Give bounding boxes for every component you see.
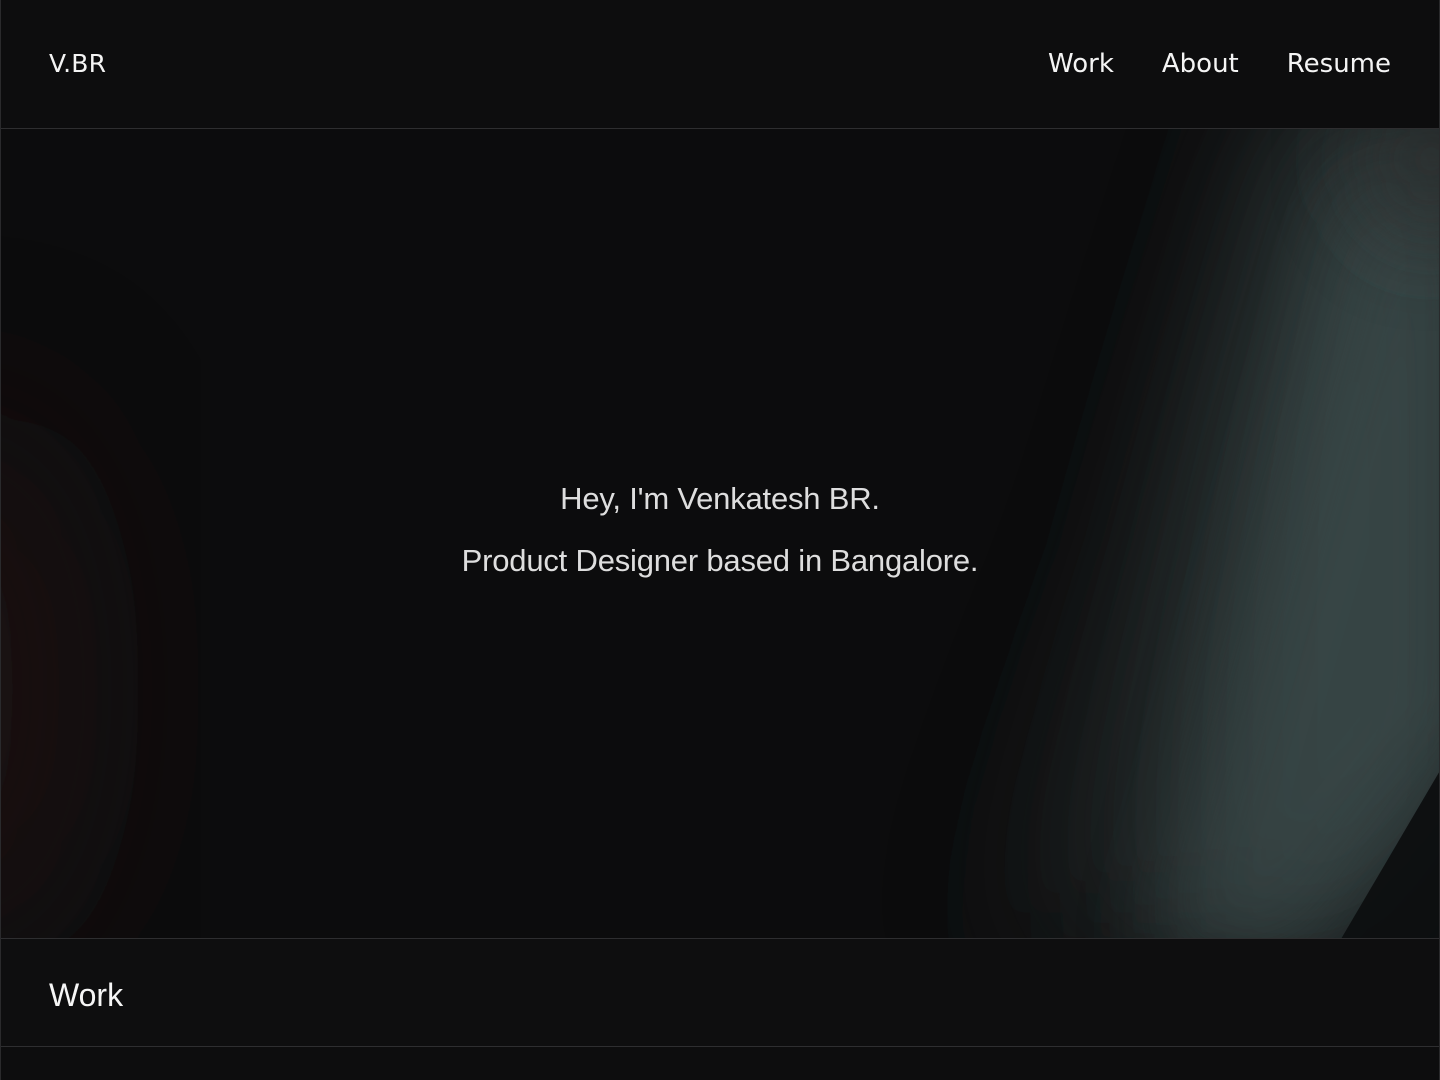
nav-link-about[interactable]: About xyxy=(1162,46,1239,82)
page: V.BR Work About Resume Hey, I'm Venkates… xyxy=(0,0,1440,1080)
work-section-title: Work xyxy=(49,977,124,1013)
work-section: Work xyxy=(1,939,1439,1047)
hero-section: Hey, I'm Venkatesh BR. Product Designer … xyxy=(1,129,1439,939)
hero-intro: Hey, I'm Venkatesh BR. Product Designer … xyxy=(1,481,1439,605)
nav-link-work[interactable]: Work xyxy=(1048,46,1114,82)
hero-greeting: Hey, I'm Venkatesh BR. xyxy=(560,481,880,516)
nav-link-resume[interactable]: Resume xyxy=(1287,46,1391,82)
site-header: V.BR Work About Resume xyxy=(1,0,1439,129)
main-nav: Work About Resume xyxy=(1048,46,1391,82)
below-fold-area xyxy=(1,1047,1439,1080)
hero-tagline: Product Designer based in Bangalore. xyxy=(461,543,979,578)
logo-link[interactable]: V.BR xyxy=(49,46,106,82)
